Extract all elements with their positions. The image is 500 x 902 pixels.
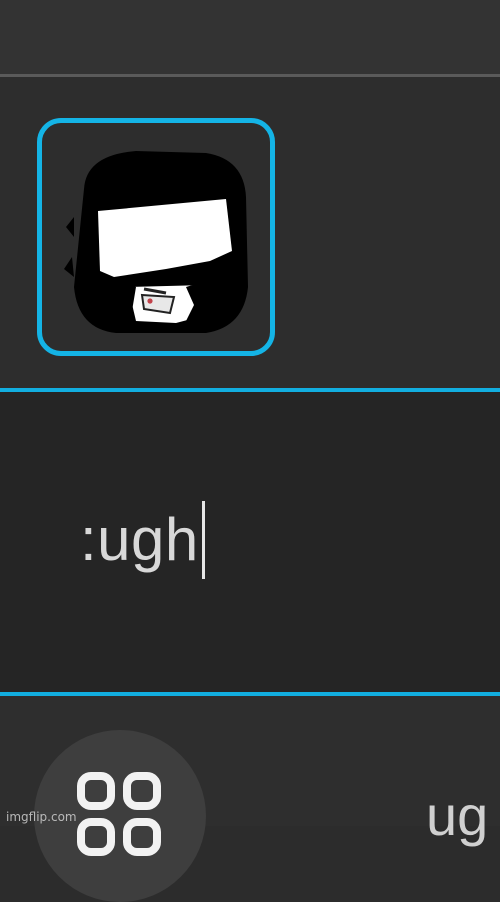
emoji-suggestion-selected[interactable] <box>37 118 275 356</box>
bearded-sunglasses-face-emoji <box>64 151 248 333</box>
message-input-text: :ugh <box>80 506 199 573</box>
text-caret <box>201 501 205 579</box>
message-input[interactable]: :ugh <box>80 497 205 583</box>
bottom-bar: ug <box>0 696 500 902</box>
watermark: imgflip.com <box>6 810 77 824</box>
emoji-suggestion-row <box>0 77 500 390</box>
partial-label: ug <box>426 784 489 847</box>
message-input-area[interactable]: :ugh <box>0 392 500 692</box>
grid-apps-icon <box>77 772 161 856</box>
top-bar <box>0 0 500 76</box>
